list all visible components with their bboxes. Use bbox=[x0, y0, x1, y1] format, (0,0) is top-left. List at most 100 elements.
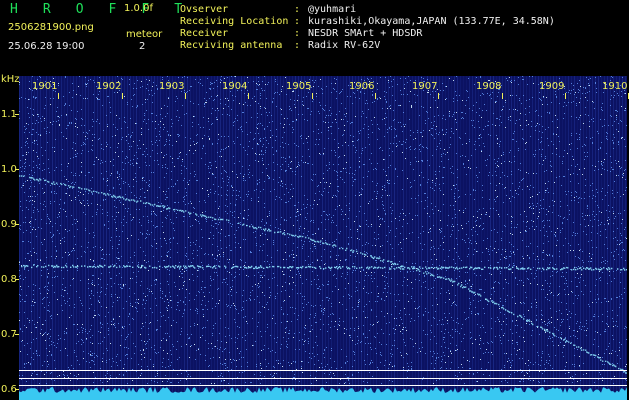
info-sep: : bbox=[294, 28, 301, 39]
x-tick-label: 1909 bbox=[539, 81, 565, 92]
spectrogram-canvas bbox=[19, 76, 627, 400]
noise-streak bbox=[229, 76, 230, 400]
noise-streak bbox=[511, 76, 512, 400]
noise-streak bbox=[94, 76, 95, 400]
app-brand: H R O F F T bbox=[10, 2, 191, 17]
noise-streak bbox=[25, 76, 26, 400]
noise-streak bbox=[37, 76, 38, 400]
noise-streak bbox=[301, 76, 302, 400]
noise-streak bbox=[514, 76, 515, 400]
noise-streak bbox=[40, 76, 41, 400]
noise-streak bbox=[82, 76, 83, 400]
noise-streak bbox=[79, 76, 80, 400]
noise-streak bbox=[58, 76, 59, 400]
noise-streak bbox=[466, 76, 467, 400]
noise-streak bbox=[400, 76, 401, 400]
noise-streak bbox=[520, 76, 521, 400]
noise-streak bbox=[592, 76, 593, 400]
noise-streak bbox=[493, 76, 494, 400]
noise-streak bbox=[172, 76, 173, 400]
noise-streak bbox=[244, 76, 245, 400]
noise-streak bbox=[259, 76, 260, 400]
noise-streak bbox=[577, 76, 578, 400]
noise-streak bbox=[139, 76, 140, 400]
noise-streak bbox=[343, 76, 344, 400]
noise-streak bbox=[334, 76, 335, 400]
noise-streak bbox=[262, 76, 263, 400]
noise-streak bbox=[496, 76, 497, 400]
noise-streak bbox=[346, 76, 347, 400]
noise-streak bbox=[367, 76, 368, 400]
noise-streak bbox=[175, 76, 176, 400]
noise-streak bbox=[412, 76, 413, 400]
noise-streak bbox=[415, 76, 416, 400]
noise-streak bbox=[544, 76, 545, 400]
noise-streak bbox=[181, 76, 182, 400]
noise-streak bbox=[319, 76, 320, 400]
x-tick-mark bbox=[438, 93, 439, 99]
info-row-antenna: Recviving antenna: Radix RV-62V bbox=[180, 40, 555, 52]
noise-streak bbox=[298, 76, 299, 400]
noise-streak bbox=[553, 76, 554, 400]
noise-streak bbox=[427, 76, 428, 400]
noise-streak bbox=[286, 76, 287, 400]
noise-streak bbox=[31, 76, 32, 400]
app-version: 1.0.0f bbox=[124, 3, 153, 14]
noise-streak bbox=[451, 76, 452, 400]
noise-streak bbox=[70, 76, 71, 400]
noise-streak bbox=[217, 76, 218, 400]
noise-streak bbox=[103, 76, 104, 400]
noise-streak bbox=[355, 76, 356, 400]
info-value: Radix RV-62V bbox=[308, 40, 381, 51]
noise-streak bbox=[277, 76, 278, 400]
noise-streak bbox=[292, 76, 293, 400]
noise-streak bbox=[250, 76, 251, 400]
spectrogram-plot bbox=[19, 76, 627, 400]
noise-streak bbox=[607, 76, 608, 400]
noise-streak bbox=[97, 76, 98, 400]
noise-streak bbox=[136, 76, 137, 400]
noise-streak bbox=[424, 76, 425, 400]
noise-streak bbox=[421, 76, 422, 400]
noise-streak bbox=[295, 76, 296, 400]
noise-streak bbox=[379, 76, 380, 400]
noise-streak bbox=[61, 76, 62, 400]
info-value: NESDR SMArt + HDSDR bbox=[308, 28, 423, 39]
noise-streak bbox=[439, 76, 440, 400]
y-tick-mark bbox=[15, 114, 19, 115]
noise-streak bbox=[475, 76, 476, 400]
info-sep: : bbox=[294, 40, 301, 51]
station-info: Ovserver: @yuhmari Receiving Location: kur… bbox=[180, 4, 555, 52]
noise-streak bbox=[46, 76, 47, 400]
noise-streak bbox=[184, 76, 185, 400]
meteor-count: 2 bbox=[139, 41, 146, 52]
noise-streak bbox=[22, 76, 23, 400]
noise-streak bbox=[517, 76, 518, 400]
x-tick-mark bbox=[502, 93, 503, 99]
noise-streak bbox=[310, 76, 311, 400]
noise-streak bbox=[502, 76, 503, 400]
noise-streak bbox=[247, 76, 248, 400]
noise-streak bbox=[34, 76, 35, 400]
noise-streak bbox=[604, 76, 605, 400]
noise-streak bbox=[238, 76, 239, 400]
noise-streak bbox=[457, 76, 458, 400]
noise-streak bbox=[463, 76, 464, 400]
noise-streak bbox=[340, 76, 341, 400]
x-tick-mark bbox=[248, 93, 249, 99]
noise-streak bbox=[370, 76, 371, 400]
noise-streak bbox=[616, 76, 617, 400]
noise-streak bbox=[187, 76, 188, 400]
noise-streak bbox=[271, 76, 272, 400]
reference-line bbox=[19, 370, 627, 371]
noise-streak bbox=[352, 76, 353, 400]
noise-streak bbox=[124, 76, 125, 400]
reference-line bbox=[19, 378, 627, 379]
x-tick-mark bbox=[122, 93, 123, 99]
noise-streak bbox=[121, 76, 122, 400]
noise-streak bbox=[376, 76, 377, 400]
info-key: Recviving antenna bbox=[180, 40, 283, 51]
noise-streak bbox=[598, 76, 599, 400]
info-row-receiver: Receiver: NESDR SMArt + HDSDR bbox=[180, 28, 555, 40]
noise-streak bbox=[190, 76, 191, 400]
